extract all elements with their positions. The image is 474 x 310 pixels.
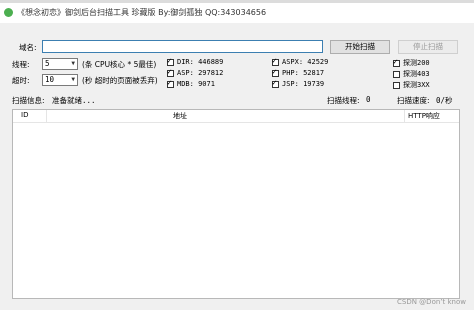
- timeout-value: 10: [45, 75, 55, 84]
- threads-label: 线程:: [12, 60, 30, 69]
- scan-speed-value: 0/秒: [436, 96, 453, 105]
- probe-403-label: 探测403: [403, 70, 430, 78]
- dict-asp-label: ASP: 297812: [177, 69, 224, 77]
- chevron-down-icon: ▼: [71, 60, 75, 67]
- url-input[interactable]: [42, 40, 323, 53]
- dict-aspx-label: ASPX: 42529: [282, 58, 329, 66]
- checkbox-unchecked-icon: [393, 81, 400, 89]
- result-table[interactable]: ID 地址 HTTP响应: [12, 109, 460, 299]
- checkbox-checked-icon: [272, 67, 279, 77]
- chevron-down-icon: ▼: [71, 76, 75, 83]
- timeout-hint: (秒 超时的页面被丢弃): [82, 76, 158, 85]
- checkbox-checked-icon: [167, 67, 174, 77]
- probe-3xx-checkbox[interactable]: 探测3XX: [393, 80, 430, 90]
- checkbox-checked-icon: [167, 78, 174, 88]
- window-title: 《想念初恋》御剑后台扫描工具 珍藏版 By:御剑孤独 QQ:343034656: [17, 8, 267, 17]
- dict-mdb-checkbox[interactable]: MDB: 9071: [167, 78, 215, 88]
- dict-dir-checkbox[interactable]: DIR: 446889: [167, 56, 224, 66]
- probe-3xx-label: 探测3XX: [403, 81, 430, 89]
- watermark-text: CSDN @Don’t know: [397, 298, 466, 306]
- start-scan-button[interactable]: 开始扫描: [330, 40, 390, 54]
- dict-asp-checkbox[interactable]: ASP: 297812: [167, 67, 224, 77]
- scan-threads-label: 扫描线程:: [327, 96, 360, 105]
- stop-scan-button[interactable]: 停止扫描: [398, 40, 458, 54]
- dict-php-checkbox[interactable]: PHP: 52817: [272, 67, 325, 77]
- threads-value: 5: [45, 59, 50, 68]
- checkbox-checked-icon: [272, 78, 279, 88]
- column-header-address[interactable]: 地址: [173, 111, 187, 121]
- probe-200-checkbox[interactable]: 探测200: [393, 57, 430, 68]
- dict-dir-label: DIR: 446889: [177, 58, 224, 66]
- dict-mdb-label: MDB: 9071: [177, 80, 215, 88]
- table-header: ID 地址 HTTP响应: [13, 110, 459, 123]
- threads-select[interactable]: 5 ▼: [42, 58, 78, 70]
- scan-info-value: 准备就绪...: [52, 96, 96, 105]
- checkbox-checked-icon: [167, 56, 174, 66]
- dict-jsp-label: JSP: 19739: [282, 80, 325, 88]
- checkbox-unchecked-icon: [393, 70, 400, 78]
- scan-threads-value: 0: [366, 95, 371, 104]
- checkbox-checked-icon: [272, 56, 279, 66]
- scan-info-label: 扫描信息:: [12, 96, 45, 105]
- url-label: 域名:: [19, 43, 37, 52]
- timeout-label: 超时:: [12, 76, 30, 85]
- title-bar: 《想念初恋》御剑后台扫描工具 珍藏版 By:御剑孤独 QQ:343034656: [0, 3, 474, 23]
- column-divider: [46, 110, 47, 122]
- column-divider: [404, 110, 405, 122]
- probe-403-checkbox[interactable]: 探测403: [393, 69, 430, 79]
- dict-aspx-checkbox[interactable]: ASPX: 42529: [272, 56, 329, 66]
- app-window: 《想念初恋》御剑后台扫描工具 珍藏版 By:御剑孤独 QQ:343034656 …: [0, 3, 474, 310]
- dict-jsp-checkbox[interactable]: JSP: 19739: [272, 78, 325, 88]
- threads-hint: (条 CPU核心 * 5最佳): [82, 60, 157, 69]
- scan-speed-label: 扫描速度:: [397, 96, 430, 105]
- dict-php-label: PHP: 52817: [282, 69, 325, 77]
- column-header-id[interactable]: ID: [21, 111, 28, 119]
- column-header-http-status[interactable]: HTTP响应: [408, 111, 440, 121]
- app-icon: [4, 8, 13, 17]
- timeout-select[interactable]: 10 ▼: [42, 74, 78, 86]
- probe-200-label: 探测200: [403, 59, 430, 67]
- checkbox-checked-icon: [393, 57, 400, 67]
